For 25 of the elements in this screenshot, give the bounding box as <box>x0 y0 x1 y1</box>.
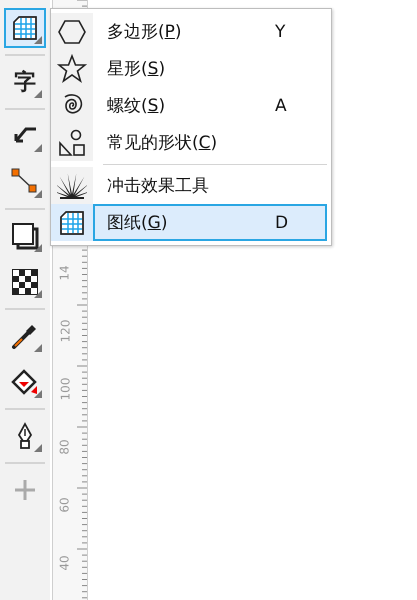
ruler-label: 80 <box>58 439 72 455</box>
menu-item[interactable]: 图纸(G) D <box>93 204 327 241</box>
ruler-label: 14 <box>58 265 72 281</box>
star-icon <box>57 54 87 84</box>
shapes-icon <box>57 128 87 158</box>
ruler-label: 60 <box>58 497 72 513</box>
flyout-icon <box>34 344 42 352</box>
ruler-label: 40 <box>58 555 72 571</box>
flyout-icon <box>34 444 42 452</box>
tool-button[interactable] <box>4 8 46 48</box>
transparency-icon <box>10 267 40 297</box>
flyout-icon <box>34 190 42 198</box>
flyout-icon <box>34 290 42 298</box>
grid-paper-icon <box>11 14 39 42</box>
flyout-icon <box>34 90 42 98</box>
grid-paper-icon <box>58 208 86 236</box>
flyout-icon <box>34 244 42 252</box>
text-tool-button[interactable]: 字 <box>4 62 46 102</box>
flyout-icon <box>34 144 42 152</box>
ruler-label: 120 <box>58 320 72 342</box>
flyout-icon <box>34 390 42 398</box>
drop-shadow-icon <box>10 221 40 251</box>
flyout-icon <box>34 36 42 44</box>
fill-icon <box>10 367 40 397</box>
ruler-label: 100 <box>58 378 72 400</box>
